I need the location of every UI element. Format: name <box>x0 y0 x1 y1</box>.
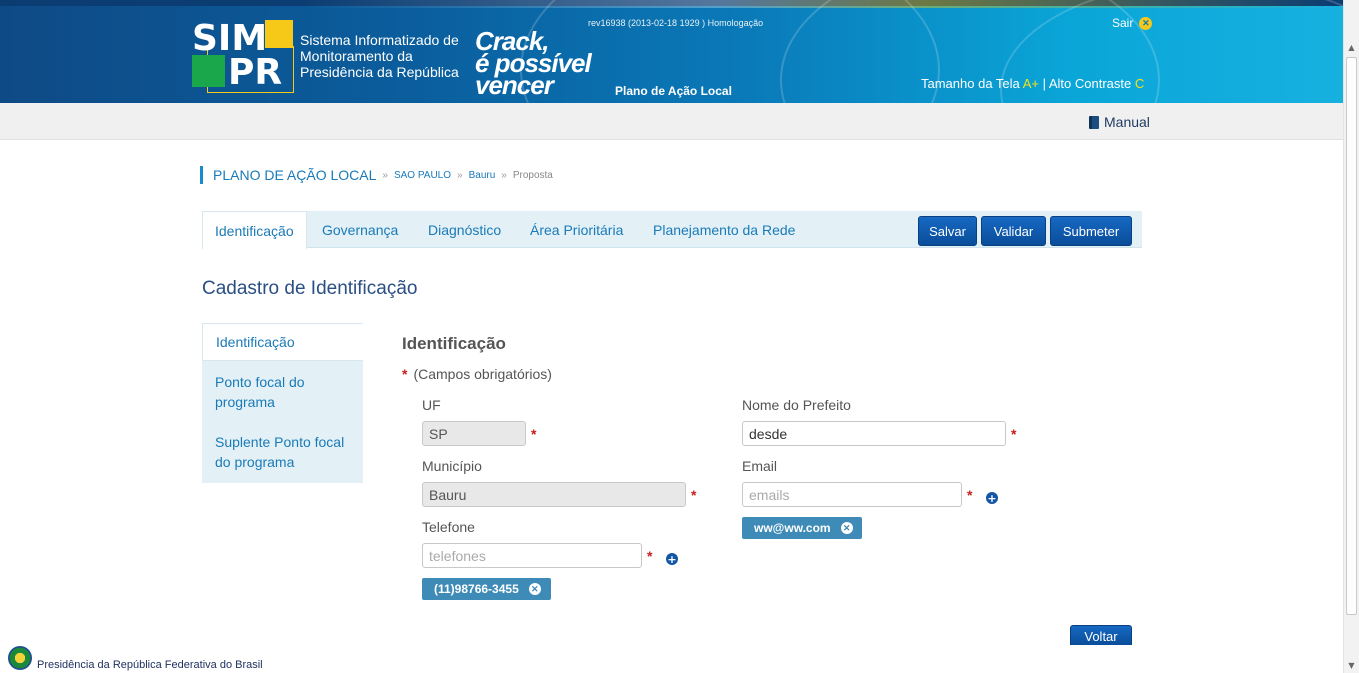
sidenav-item-ponto-focal[interactable]: Ponto focal do programa <box>202 372 312 412</box>
uf-field[interactable]: SP <box>422 421 526 446</box>
logout-label: Sair <box>1112 16 1134 30</box>
save-button[interactable]: Salvar <box>918 216 977 246</box>
required-note-text: (Campos obrigatórios) <box>413 366 552 382</box>
email-label: Email <box>742 458 778 474</box>
revision-info: rev16938 (2013-02-18 1929 ) Homologação <box>588 18 764 28</box>
email-required-star: * <box>967 487 973 503</box>
footer-text: Presidência da República Federativa do B… <box>37 659 263 671</box>
manual-link[interactable]: Manual <box>1089 114 1150 130</box>
tab-identificacao[interactable]: Identificação <box>202 211 307 249</box>
telefone-input[interactable]: telefones <box>422 543 642 568</box>
page-title: Cadastro de Identificação <box>202 278 418 299</box>
remove-tag-icon[interactable]: ✕ <box>840 522 853 534</box>
scroll-up-icon[interactable]: ▲ <box>1344 40 1359 55</box>
screen-size-label: Tamanho da Tela <box>921 76 1020 91</box>
site-footer: Presidência da República Federativa do B… <box>0 645 1343 673</box>
breadcrumb-city[interactable]: Bauru <box>469 170 496 181</box>
uf-label: UF <box>422 397 441 413</box>
add-email-icon[interactable]: + <box>986 492 998 504</box>
breadcrumb-state[interactable]: SAO PAULO <box>394 170 451 181</box>
site-header: SIM PR Sistema Informatizado de Monitora… <box>0 0 1343 103</box>
system-name: Sistema Informatizado de Monitoramento d… <box>300 32 459 80</box>
phone-tag: (11)98766-3455 ✕ <box>422 578 551 600</box>
email-tag-label: ww@ww.com <box>754 521 831 535</box>
back-button[interactable]: Voltar <box>1070 625 1132 646</box>
add-phone-icon[interactable]: + <box>666 553 678 565</box>
campaign-logo: Crack, é possível vencer <box>475 28 592 98</box>
contrast-button[interactable]: C <box>1135 76 1144 91</box>
validate-button[interactable]: Validar <box>981 216 1046 246</box>
logout-link[interactable]: Sair ✕ <box>1112 16 1153 30</box>
book-icon <box>1089 115 1099 129</box>
email-input[interactable]: emails <box>742 482 962 507</box>
scroll-down-icon[interactable]: ▼ <box>1344 658 1359 673</box>
email-tag: ww@ww.com ✕ <box>742 517 862 539</box>
prefeito-label: Nome do Prefeito <box>742 397 851 413</box>
uf-required-star: * <box>531 426 537 442</box>
municipio-field[interactable]: Bauru <box>422 482 686 507</box>
phone-tag-label: (11)98766-3455 <box>434 582 519 596</box>
scroll-thumb[interactable] <box>1346 57 1357 615</box>
manual-label: Manual <box>1104 114 1150 130</box>
breadcrumb-current: Proposta <box>512 169 553 181</box>
logo-yellow-square <box>265 20 293 48</box>
required-fields-note: * (Campos obrigatórios) <box>402 366 552 382</box>
vertical-scrollbar[interactable]: ▲ ▼ <box>1343 0 1359 673</box>
logo-green-square <box>192 55 225 87</box>
breadcrumb-separator: » <box>382 169 388 181</box>
breadcrumb-separator: » <box>501 169 507 181</box>
sidenav-item-suplente[interactable]: Suplente Ponto focal do programa <box>202 432 352 472</box>
remove-tag-icon[interactable]: ✕ <box>528 583 541 595</box>
utility-bar: Manual <box>0 103 1343 140</box>
tab-planejamento-rede[interactable]: Planejamento da Rede <box>653 211 795 248</box>
required-star: * <box>402 366 408 382</box>
telefone-required-star: * <box>647 548 653 564</box>
municipio-required-star: * <box>691 487 697 503</box>
close-icon: ✕ <box>1139 16 1153 30</box>
brazil-coat-of-arms-icon <box>8 646 32 670</box>
breadcrumb-separator: » <box>457 169 463 181</box>
telefone-label: Telefone <box>422 519 475 535</box>
tab-area-prioritaria[interactable]: Área Prioritária <box>530 211 623 248</box>
breadcrumb: PLANO DE AÇÃO LOCAL » SAO PAULO » Bauru … <box>200 166 553 184</box>
tab-diagnostico[interactable]: Diagnóstico <box>428 211 501 248</box>
browser-viewport: SIM PR Sistema Informatizado de Monitora… <box>0 0 1359 673</box>
logo-pr-text[interactable]: PR <box>228 52 282 93</box>
breadcrumb-root[interactable]: PLANO DE AÇÃO LOCAL <box>213 167 376 183</box>
tab-bar: Identificação Governança Diagnóstico Áre… <box>202 211 1142 249</box>
tab-governanca[interactable]: Governança <box>322 211 398 248</box>
contrast-label: Alto Contraste <box>1048 76 1132 91</box>
sidenav-item-identificacao[interactable]: Identificação <box>202 323 363 361</box>
prefeito-input[interactable]: desde <box>742 421 1006 446</box>
accessibility-separator: | <box>1042 76 1046 91</box>
municipio-label: Município <box>422 458 482 474</box>
form-title: Identificação <box>402 334 506 353</box>
prefeito-required-star: * <box>1011 426 1017 442</box>
screen-size-button[interactable]: A+ <box>1023 76 1039 91</box>
module-title: Plano de Ação Local <box>615 84 732 98</box>
side-navigation: Identificação Ponto focal do programa Su… <box>202 323 363 483</box>
accessibility-links: Tamanho da Tela A+ | Alto Contraste C <box>921 76 1144 91</box>
submit-button[interactable]: Submeter <box>1050 216 1132 246</box>
